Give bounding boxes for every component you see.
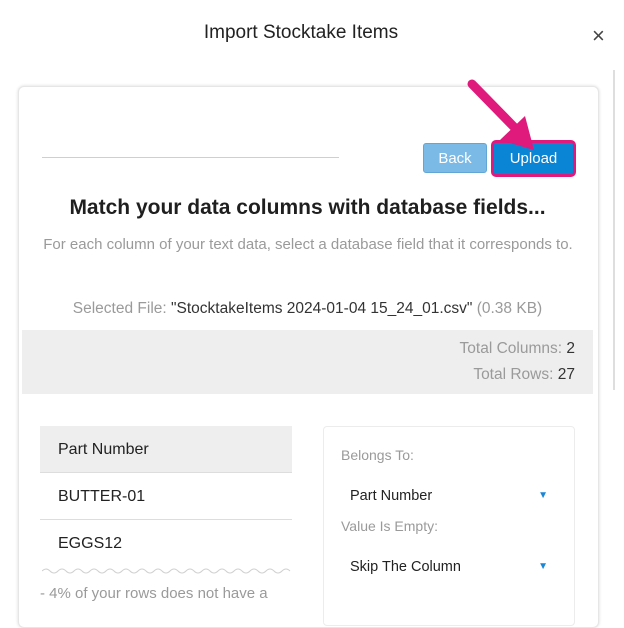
belongs-to-select[interactable]: Part Number ▼ [334, 482, 560, 512]
total-rows: Total Rows: 27 [473, 366, 575, 384]
upload-button[interactable]: Upload [491, 140, 576, 177]
back-button[interactable]: Back [423, 143, 487, 173]
belongs-to-value: Part Number [350, 488, 433, 504]
column-header: Part Number [40, 426, 292, 473]
total-columns: Total Columns: 2 [460, 340, 575, 358]
mapping-description: For each column of your text data, selec… [43, 236, 573, 253]
caret-down-icon: ▼ [538, 490, 548, 501]
belongs-to-label: Belongs To: [341, 447, 414, 463]
value-empty-value: Skip The Column [350, 559, 461, 575]
selected-file-size: (0.38 KB) [476, 300, 543, 317]
empty-rows-warning: - 4% of your rows does not have a [40, 585, 268, 602]
column-row: BUTTER-01 [40, 473, 292, 520]
truncation-divider [42, 568, 291, 574]
mapping-title: Match your data columns with database fi… [69, 196, 546, 219]
total-columns-label: Total Columns: [459, 340, 563, 357]
scrollbar-edge [613, 70, 615, 390]
dialog-title: Import Stocktake Items [203, 22, 399, 43]
total-rows-value: 27 [557, 366, 575, 383]
selected-file: Selected File: "StocktakeItems 2024-01-0… [18, 300, 597, 318]
selected-file-name: "StocktakeItems 2024-01-04 15_24_01.csv" [171, 300, 473, 317]
selected-file-label: Selected File: [72, 300, 167, 317]
caret-down-icon: ▼ [538, 561, 548, 572]
column-preview: Part Number BUTTER-01 EGGS12 [40, 426, 292, 567]
field-mapping-panel: Belongs To: Part Number ▼ Value Is Empty… [323, 426, 575, 626]
total-columns-value: 2 [566, 340, 575, 357]
close-icon[interactable]: × [592, 25, 605, 47]
step-divider [42, 157, 339, 158]
stats-panel: Total Columns: 2 Total Rows: 27 [22, 330, 593, 394]
total-rows-label: Total Rows: [473, 366, 554, 383]
value-empty-label: Value Is Empty: [341, 518, 439, 534]
value-empty-select[interactable]: Skip The Column ▼ [334, 553, 560, 583]
column-row: EGGS12 [58, 535, 123, 552]
